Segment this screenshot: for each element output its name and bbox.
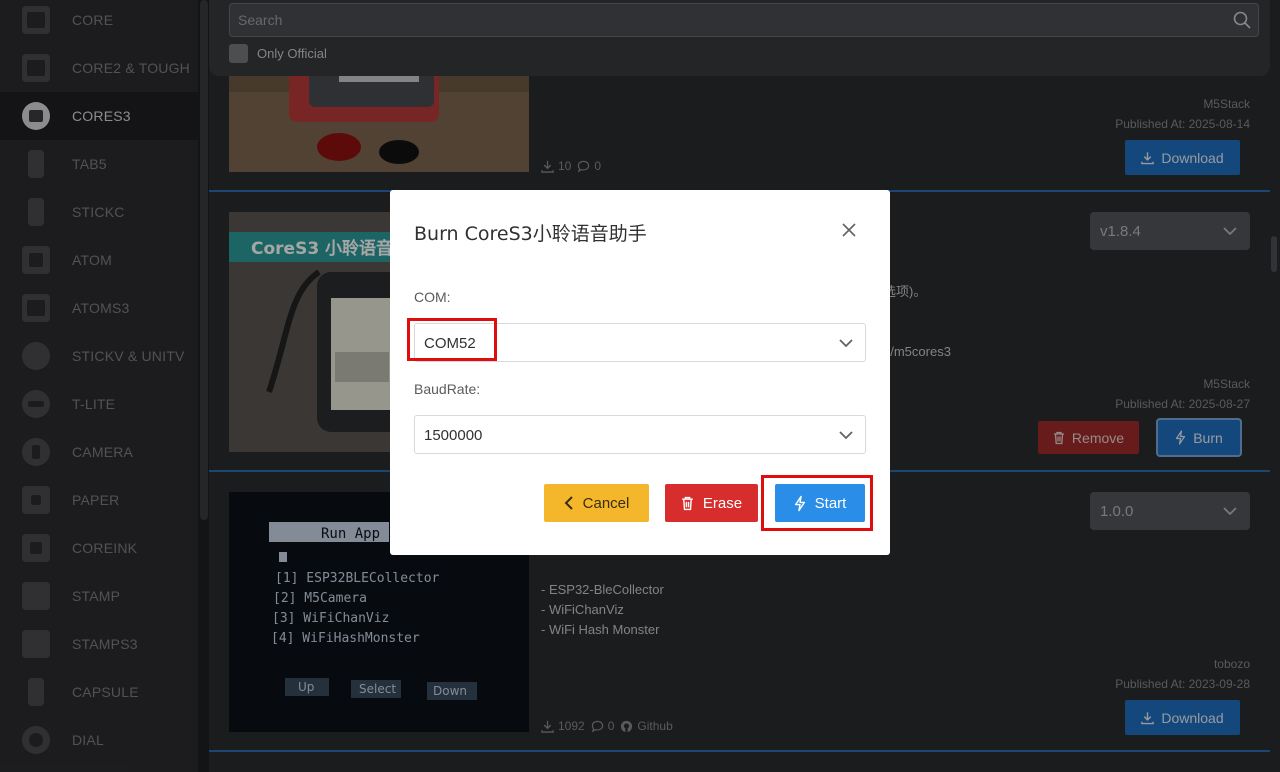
baudrate-value: 1500000 [424,427,483,444]
chevron-down-icon [839,339,853,348]
com-value: COM52 [424,335,476,352]
chevron-left-icon [564,496,573,510]
com-select[interactable]: COM52 [414,323,866,362]
erase-button[interactable]: Erase [665,484,758,522]
start-label: Start [814,494,847,512]
cancel-label: Cancel [582,494,630,512]
erase-label: Erase [702,494,743,512]
close-icon[interactable] [840,221,858,239]
app-window: CORE CORE2 & TOUGH CORES3 TAB5 STICKC AT… [0,0,1280,772]
baudrate-label: BaudRate: [414,381,481,397]
lightning-icon [794,495,805,511]
baudrate-select[interactable]: 1500000 [414,415,866,454]
cancel-button[interactable]: Cancel [544,484,649,522]
com-label: COM: [414,289,451,305]
trash-icon [682,496,693,510]
chevron-down-icon [839,431,853,440]
burn-dialog: Burn CoreS3小聆语音助手 COM: COM52 BaudRate: 1… [390,190,890,555]
dialog-title: Burn CoreS3小聆语音助手 [414,223,647,245]
start-button[interactable]: Start [775,484,865,522]
